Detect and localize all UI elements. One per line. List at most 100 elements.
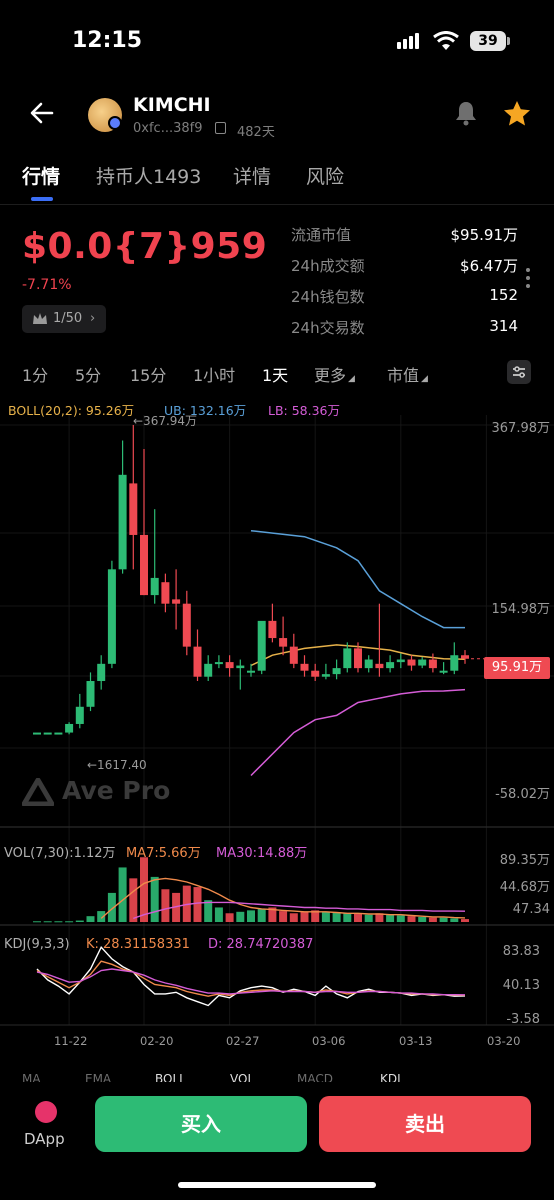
candle-body (364, 659, 373, 669)
candle-body (321, 674, 330, 677)
candlesticks (33, 425, 469, 735)
vol-axis-mid: 44.68万 (499, 880, 550, 895)
candle-body (439, 670, 448, 673)
status-time: 12:15 (72, 28, 143, 53)
volume-bar (204, 900, 213, 922)
kdj-k-legend: K: 28.31158331 (86, 937, 190, 952)
candle-body (428, 659, 437, 669)
dapp-label[interactable]: DApp (24, 1130, 65, 1148)
token-age: 482天 (237, 125, 275, 140)
cellular-signal-icon (397, 33, 425, 49)
volume-bar (129, 878, 138, 922)
volume-bar (354, 913, 362, 922)
interval-1d[interactable]: 1天 (262, 362, 288, 386)
volume-bar (332, 912, 341, 922)
stat-label-txns: 24h交易数 (291, 319, 365, 337)
candle-body (300, 663, 309, 671)
candle-body (43, 732, 52, 735)
date-label: 11-22 (54, 1034, 88, 1048)
candle-body (140, 534, 148, 596)
volume-bar (236, 911, 245, 922)
tab-market[interactable]: 行情 (22, 162, 60, 189)
indicator-tab-ma[interactable]: MA (22, 1072, 41, 1082)
candle-body (407, 659, 416, 666)
vol-ma30-legend: MA30:14.88万 (216, 846, 308, 861)
stat-value-volume: $6.47万 (460, 257, 518, 275)
candle-body (97, 663, 106, 682)
interval-15m[interactable]: 15分 (130, 362, 166, 386)
candle-body (375, 663, 384, 669)
candle-body (247, 670, 255, 673)
candle-body (386, 662, 395, 669)
candle-body (33, 732, 41, 735)
candle-body (268, 620, 277, 639)
chart-settings-button[interactable] (507, 360, 531, 384)
boll-lower-line (250, 688, 466, 777)
volume-bar (343, 913, 352, 922)
indicator-tab-kdj[interactable]: KDJ (380, 1072, 401, 1082)
price-chart[interactable] (0, 415, 554, 1075)
interval-market-cap[interactable]: 市值 ◢ (387, 362, 428, 386)
volume-bar (407, 916, 416, 922)
more-vertical-icon[interactable] (525, 268, 531, 290)
token-name: KIMCHI (133, 94, 211, 116)
price-axis-bottom: -58.02万 (495, 787, 550, 802)
tab-details[interactable]: 详情 (233, 162, 271, 189)
copy-icon[interactable] (215, 122, 226, 134)
kdj-axis-top: 83.83 (502, 944, 540, 959)
interval-1h[interactable]: 1小时 (193, 362, 235, 386)
volume-bar (300, 911, 309, 922)
interval-more[interactable]: 更多 ◢ (314, 362, 355, 386)
candle-body (118, 474, 127, 570)
volume-bar (225, 913, 234, 922)
date-label: 03-06 (312, 1034, 346, 1048)
battery-tip (507, 37, 510, 45)
stat-label-market-cap: 流通市值 (291, 226, 352, 244)
candle-body (86, 681, 95, 707)
indicator-tab-boll[interactable]: BOLL (155, 1072, 186, 1082)
candle-body (225, 662, 234, 669)
vol-legend: VOL(7,30):1.12万 (4, 846, 116, 861)
token-address[interactable]: 0xfc...38f9 (133, 121, 202, 136)
wifi-icon (433, 31, 459, 50)
volume-bar (150, 876, 159, 922)
chain-badge-icon (108, 116, 122, 130)
buy-button[interactable]: 买入 (95, 1096, 307, 1152)
volume-bar (257, 908, 266, 922)
interval-more-label: 更多 (314, 366, 347, 385)
current-value-tag: 95.91万 (484, 657, 550, 679)
sliders-icon (513, 366, 525, 378)
volume-bar (321, 911, 330, 922)
volume-bar (386, 914, 395, 922)
dapp-icon[interactable] (35, 1101, 57, 1123)
volume-bar (33, 921, 41, 923)
candle-body (129, 483, 138, 535)
high-marker: ←367.94万 (133, 414, 198, 428)
volume-bar (161, 889, 170, 922)
candle-body (236, 665, 245, 669)
candle-body (396, 659, 405, 663)
interval-1m[interactable]: 1分 (22, 362, 48, 386)
volume-bar (461, 919, 469, 922)
stat-label-volume: 24h成交额 (291, 257, 365, 275)
back-arrow-icon[interactable] (30, 102, 54, 124)
volume-bar (396, 915, 405, 922)
favorite-star-icon[interactable] (503, 100, 531, 127)
price-axis-top: 367.98万 (491, 421, 551, 436)
rank-pill[interactable]: 1/50 › (22, 305, 106, 333)
volume-bar (75, 920, 84, 922)
volume-bar (279, 911, 288, 922)
home-indicator (178, 1182, 376, 1188)
volume-bar (450, 918, 459, 922)
interval-5m[interactable]: 5分 (75, 362, 101, 386)
date-label: 03-13 (399, 1034, 433, 1048)
tab-holders[interactable]: 持币人1493 (96, 162, 201, 189)
sell-button[interactable]: 卖出 (319, 1096, 531, 1152)
vol-axis-top: 89.35万 (499, 853, 550, 868)
volume-bar (439, 917, 448, 922)
bell-icon[interactable] (452, 99, 480, 127)
indicator-tab-ema[interactable]: EMA (85, 1072, 111, 1082)
tab-risk[interactable]: 风险 (306, 162, 344, 189)
indicator-tab-vol[interactable]: VOL (230, 1072, 254, 1082)
indicator-tab-macd[interactable]: MACD (297, 1072, 333, 1082)
